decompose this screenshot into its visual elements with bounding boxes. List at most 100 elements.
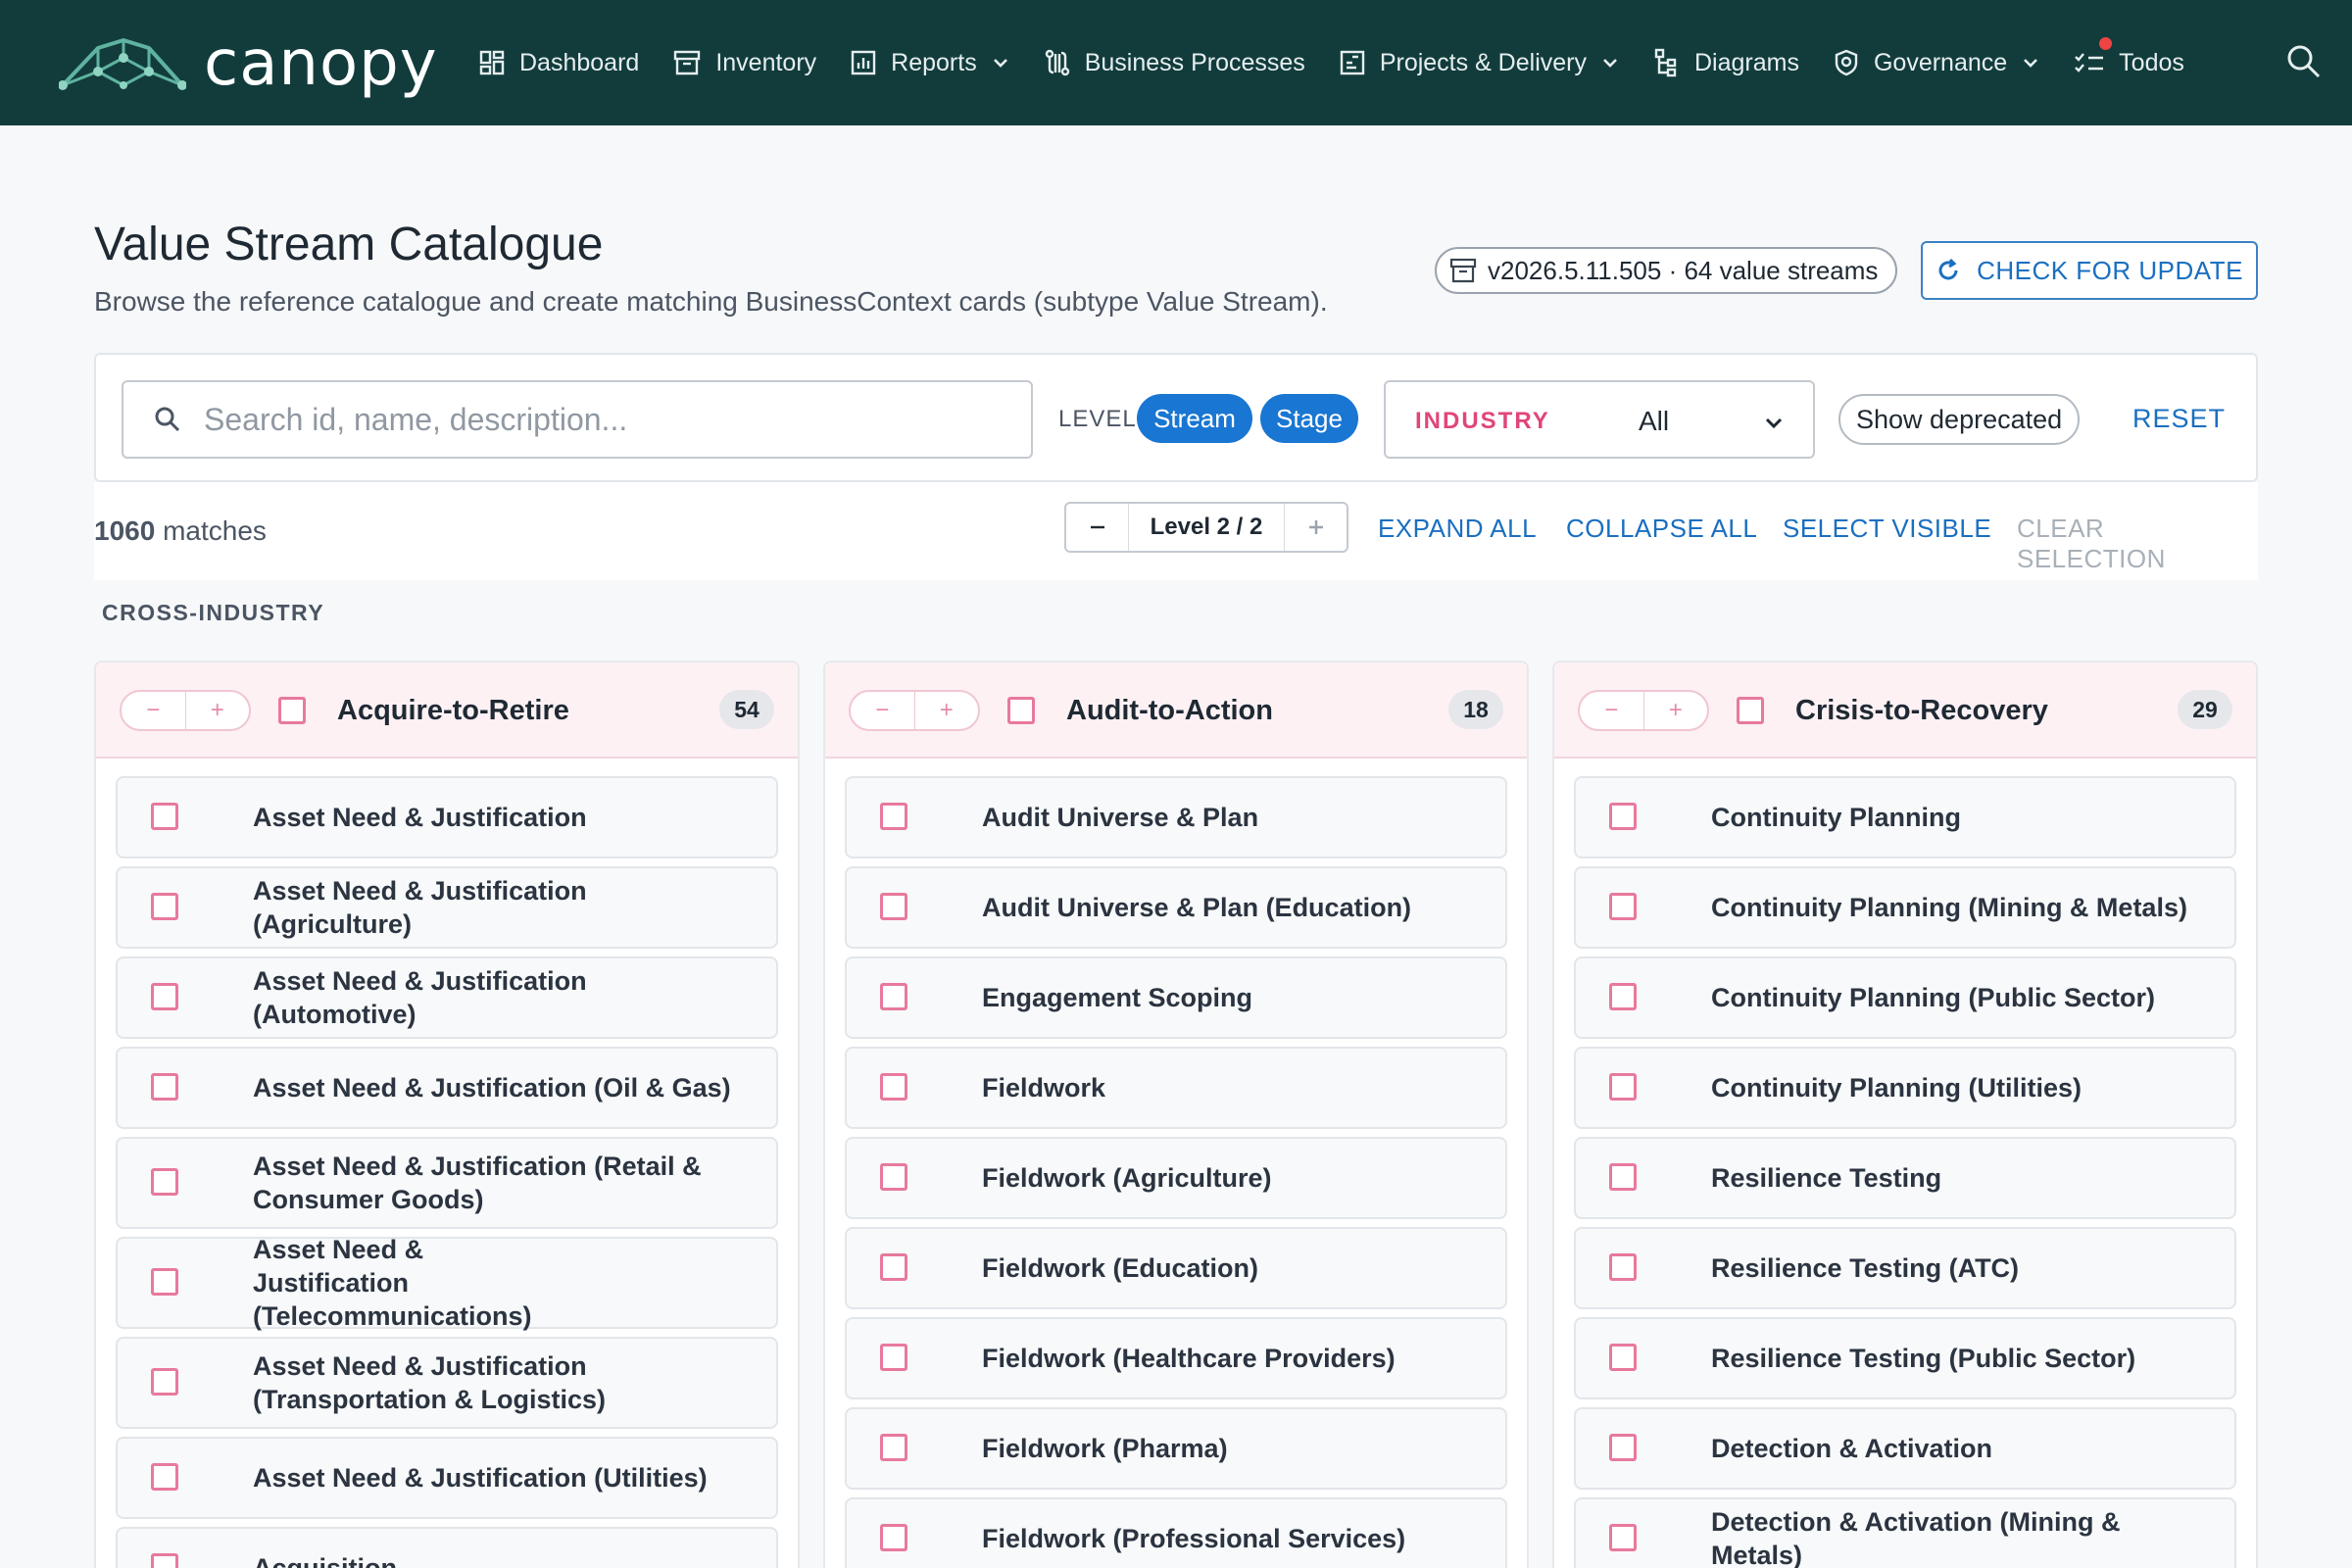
stage-item[interactable]: Asset Need & Justification (Automotive) bbox=[116, 956, 778, 1039]
search-field[interactable] bbox=[122, 380, 1033, 459]
nav-item-reports[interactable]: Reports bbox=[850, 0, 1010, 125]
stage-item[interactable]: Asset Need & Justification bbox=[116, 776, 778, 858]
stage-item[interactable]: Continuity Planning (Utilities) bbox=[1574, 1047, 2236, 1129]
nav-item-dashboard[interactable]: Dashboard bbox=[478, 0, 639, 125]
stage-checkbox[interactable] bbox=[1609, 1524, 1637, 1551]
collapse-all-button[interactable]: COLLAPSE ALL bbox=[1566, 514, 1757, 544]
level-increase-button[interactable] bbox=[1284, 504, 1347, 551]
card-collapse-button[interactable]: − bbox=[122, 692, 185, 729]
stage-checkbox[interactable] bbox=[1609, 803, 1637, 830]
stage-checkbox[interactable] bbox=[880, 1524, 907, 1551]
refresh-icon bbox=[1938, 258, 1958, 280]
stage-item[interactable]: Asset Need & Justification (Agriculture) bbox=[116, 866, 778, 949]
stage-checkbox[interactable] bbox=[151, 1268, 178, 1296]
card-collapse-button[interactable]: − bbox=[1580, 692, 1643, 729]
card-select-checkbox[interactable] bbox=[1737, 697, 1764, 724]
value-stream-card: − + Crisis-to-Recovery 29 Continuity Pla… bbox=[1552, 661, 2258, 1568]
stage-item[interactable]: Continuity Planning (Public Sector) bbox=[1574, 956, 2236, 1039]
stage-checkbox[interactable] bbox=[151, 983, 178, 1010]
stage-checkbox[interactable] bbox=[1609, 1163, 1637, 1191]
stage-item[interactable]: Audit Universe & Plan bbox=[845, 776, 1507, 858]
search-input[interactable] bbox=[204, 401, 988, 438]
nav-item-todos[interactable]: Todos bbox=[2074, 0, 2184, 125]
section-label: CROSS-INDUSTRY bbox=[102, 600, 325, 625]
stage-checkbox[interactable] bbox=[880, 983, 907, 1010]
stage-checkbox[interactable] bbox=[1609, 1434, 1637, 1461]
stage-item[interactable]: Fieldwork (Professional Services) bbox=[845, 1497, 1507, 1568]
stage-item[interactable]: Resilience Testing (Public Sector) bbox=[1574, 1317, 2236, 1399]
clear-selection-button[interactable]: CLEAR SELECTION bbox=[2017, 514, 2258, 574]
expand-all-button[interactable]: EXPAND ALL bbox=[1378, 514, 1537, 544]
stage-item[interactable]: Asset Need & Justification (Utilities) bbox=[116, 1437, 778, 1519]
stage-item[interactable]: Resilience Testing bbox=[1574, 1137, 2236, 1219]
level-filter-stream[interactable]: Stream bbox=[1137, 394, 1252, 443]
stage-item[interactable]: Continuity Planning bbox=[1574, 776, 2236, 858]
card-expand-button[interactable]: + bbox=[1642, 692, 1708, 729]
page-title: Value Stream Catalogue bbox=[94, 219, 604, 270]
stage-checkbox[interactable] bbox=[880, 803, 907, 830]
stage-checkbox[interactable] bbox=[880, 1253, 907, 1281]
stage-checkbox[interactable] bbox=[1609, 893, 1637, 920]
stage-item[interactable]: Fieldwork (Agriculture) bbox=[845, 1137, 1507, 1219]
stage-checkbox[interactable] bbox=[1609, 1073, 1637, 1101]
brand-logo[interactable]: canopy bbox=[59, 27, 438, 100]
stage-item[interactable]: Acquisition bbox=[116, 1527, 778, 1568]
stage-checkbox[interactable] bbox=[151, 1553, 178, 1568]
level-filter-stage[interactable]: Stage bbox=[1260, 394, 1358, 443]
stage-item[interactable]: Fieldwork bbox=[845, 1047, 1507, 1129]
card-expand-button[interactable]: + bbox=[184, 692, 250, 729]
check-for-update-button[interactable]: CHECK FOR UPDATE bbox=[1921, 241, 2258, 300]
stage-label: Resilience Testing bbox=[1711, 1163, 1942, 1193]
archive-icon bbox=[674, 50, 701, 75]
stage-checkbox[interactable] bbox=[880, 1344, 907, 1371]
stage-item[interactable]: Engagement Scoping bbox=[845, 956, 1507, 1039]
level-decrease-button[interactable] bbox=[1066, 504, 1129, 551]
select-visible-button[interactable]: SELECT VISIBLE bbox=[1783, 514, 1991, 544]
card-select-checkbox[interactable] bbox=[278, 697, 306, 724]
stage-checkbox[interactable] bbox=[880, 893, 907, 920]
nav-item-inventory[interactable]: Inventory bbox=[672, 0, 816, 125]
stage-list: Continuity Planning Continuity Planning … bbox=[1574, 776, 2236, 1568]
stage-label: Asset Need & Justification (Retail & Con… bbox=[253, 1152, 702, 1214]
nav-item-diagrams[interactable]: Diagrams bbox=[1653, 0, 1799, 125]
stage-checkbox[interactable] bbox=[880, 1073, 907, 1101]
stage-item[interactable]: Resilience Testing (ATC) bbox=[1574, 1227, 2236, 1309]
stage-count-badge: 18 bbox=[1448, 690, 1503, 729]
stage-checkbox[interactable] bbox=[1609, 1253, 1637, 1281]
stage-checkbox[interactable] bbox=[151, 1073, 178, 1101]
stage-item[interactable]: Continuity Planning (Mining & Metals) bbox=[1574, 866, 2236, 949]
stage-checkbox[interactable] bbox=[880, 1434, 907, 1461]
show-deprecated-toggle[interactable]: Show deprecated bbox=[1838, 394, 2081, 445]
hierarchy-icon bbox=[1654, 48, 1677, 77]
stage-checkbox[interactable] bbox=[151, 803, 178, 830]
stage-item[interactable]: Fieldwork (Education) bbox=[845, 1227, 1507, 1309]
stage-item[interactable]: Asset Need & Justification (Retail & Con… bbox=[116, 1137, 778, 1229]
stage-item[interactable]: Audit Universe & Plan (Education) bbox=[845, 866, 1507, 949]
nav-item-label: Reports bbox=[891, 48, 977, 76]
stage-item[interactable]: Fieldwork (Healthcare Providers) bbox=[845, 1317, 1507, 1399]
card-expand-button[interactable]: + bbox=[913, 692, 979, 729]
nav-item-projects-delivery[interactable]: Projects & Delivery bbox=[1339, 0, 1620, 125]
nav-search-button[interactable] bbox=[2285, 43, 2323, 85]
stage-item[interactable]: Detection & Activation (Mining & Metals) bbox=[1574, 1497, 2236, 1568]
stage-item[interactable]: Detection & Activation bbox=[1574, 1407, 2236, 1490]
stage-checkbox[interactable] bbox=[1609, 1344, 1637, 1371]
nav-item-governance[interactable]: Governance bbox=[1833, 0, 2040, 125]
brand-name: canopy bbox=[204, 27, 438, 100]
card-collapse-button[interactable]: − bbox=[851, 692, 914, 729]
reset-button[interactable]: RESET bbox=[2132, 404, 2226, 434]
stage-item[interactable]: Asset Need & Justification (Oil & Gas) bbox=[116, 1047, 778, 1129]
stage-checkbox[interactable] bbox=[151, 1463, 178, 1491]
stage-checkbox[interactable] bbox=[151, 1368, 178, 1396]
stage-checkbox[interactable] bbox=[151, 1168, 178, 1196]
stage-checkbox[interactable] bbox=[880, 1163, 907, 1191]
stage-item[interactable]: Asset Need & Justification (Transportati… bbox=[116, 1337, 778, 1429]
card-select-checkbox[interactable] bbox=[1007, 697, 1035, 724]
stage-label: Asset Need & Justification (Telecommunic… bbox=[253, 1235, 532, 1331]
stage-item[interactable]: Asset Need & Justification (Telecommunic… bbox=[116, 1235, 778, 1331]
stage-checkbox[interactable] bbox=[151, 893, 178, 920]
stage-checkbox[interactable] bbox=[1609, 983, 1637, 1010]
industry-select[interactable]: INDUSTRY All bbox=[1384, 380, 1815, 459]
stage-item[interactable]: Fieldwork (Pharma) bbox=[845, 1407, 1507, 1490]
nav-item-business-processes[interactable]: Business Processes bbox=[1044, 0, 1305, 125]
